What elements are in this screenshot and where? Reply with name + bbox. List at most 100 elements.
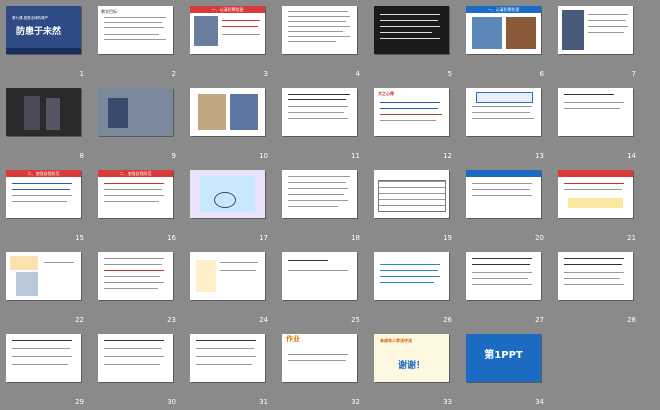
slide-number-31: 31 [259, 398, 268, 406]
slide-thumbnail-23[interactable] [98, 252, 173, 300]
slide-number-3: 3 [263, 70, 268, 78]
slide-3-line [222, 20, 260, 21]
slide-1-subtitle: 第七课 感受法律的尊严 [12, 16, 49, 20]
slide-24-line [220, 262, 258, 263]
slide-31-line [196, 364, 252, 365]
slide-27-line [472, 278, 528, 279]
slide-thumbnail-22[interactable] [6, 252, 81, 300]
slide-thumbnail-31[interactable] [190, 334, 265, 382]
slide-11-line [288, 112, 344, 113]
slide-thumbnail-13[interactable] [466, 88, 541, 136]
slide-thumbnail-25[interactable] [282, 252, 357, 300]
slide-21-header-bar [558, 170, 633, 177]
slide-29-line [12, 348, 70, 349]
slide-thumbnail-9[interactable] [98, 88, 173, 136]
slide-thumbnail-28[interactable] [558, 252, 633, 300]
slide-thumbnail-27[interactable] [466, 252, 541, 300]
slide-thumbnail-21[interactable] [558, 170, 633, 218]
slide-14-line [564, 102, 624, 103]
slide-number-33: 33 [443, 398, 452, 406]
slide-28-line [564, 284, 624, 285]
slide-4-line [288, 31, 343, 32]
slide-6-heading: 一、认清犯罪危害 [487, 7, 520, 12]
slide-number-22: 22 [75, 316, 84, 324]
slide-2-line [104, 39, 166, 40]
slide-thumbnail-8[interactable] [6, 88, 81, 136]
slide-14-line [564, 108, 620, 109]
slide-2-line [104, 34, 159, 35]
slide-number-28: 28 [627, 316, 636, 324]
slide-number-8: 8 [79, 152, 84, 160]
slide-7-line [588, 14, 628, 15]
slide-thumbnail-7[interactable] [558, 6, 633, 54]
slide-11-line [288, 99, 346, 100]
slide-thumbnail-33[interactable]: 未成年人学法守法 谢谢！ [374, 334, 449, 382]
slide-number-20: 20 [535, 234, 544, 242]
slide-29-line [12, 364, 68, 365]
slide-15-line [12, 183, 72, 184]
slide-28-line [564, 258, 624, 259]
slide-6-image [506, 17, 536, 49]
slide-thumbnail-6[interactable]: 一、认清犯罪危害 [466, 6, 541, 54]
slide-thumbnail-10[interactable] [190, 88, 265, 136]
slide-8-figure [24, 96, 40, 130]
slide-25-line [288, 260, 328, 261]
slide-6-image [472, 17, 502, 49]
slide-thumbnail-18[interactable] [282, 170, 357, 218]
slide-30-line [104, 340, 164, 341]
slide-thumbnail-32[interactable]: 作业 [282, 334, 357, 382]
slide-1-title: 防患于未然 [16, 27, 62, 37]
slide-28-line [564, 278, 620, 279]
slide-12-line [380, 120, 436, 121]
slide-27-line [472, 272, 532, 273]
slide-20-header-bar [466, 170, 541, 177]
slide-23-line [104, 282, 164, 283]
slide-4-line [288, 16, 350, 17]
slide-thumbnail-34[interactable]: 第1PPT [466, 334, 541, 382]
slide-25-line [288, 270, 348, 271]
slide-thumbnail-11[interactable] [282, 88, 357, 136]
slide-27-line [472, 258, 532, 259]
slide-sorter-grid: 第七课 感受法律的尊严 防患于未然 1 教学目标： 2 一、认清犯罪危害 3 4 [0, 0, 660, 410]
slide-32-heading: 作业 [286, 335, 300, 343]
slide-number-7: 7 [631, 70, 636, 78]
slide-16-line [104, 195, 164, 196]
slide-2-line [104, 27, 164, 28]
slide-16-line [104, 189, 162, 190]
slide-5-line [380, 14, 440, 15]
slide-thumbnail-12[interactable]: 犬之心得 [374, 88, 449, 136]
slide-28-line [564, 272, 624, 273]
slide-thumbnail-5[interactable] [374, 6, 449, 54]
slide-22-banner [10, 256, 38, 270]
slide-10-image [230, 94, 258, 130]
slide-thumbnail-3[interactable]: 一、认清犯罪危害 [190, 6, 265, 54]
slide-thumbnail-19[interactable] [374, 170, 449, 218]
slide-14-line [564, 94, 614, 95]
slide-3-line [222, 34, 260, 35]
slide-number-25: 25 [351, 316, 360, 324]
slide-thumbnail-26[interactable] [374, 252, 449, 300]
slide-thumbnail-20[interactable] [466, 170, 541, 218]
slide-thumbnail-2[interactable]: 教学目标： [98, 6, 173, 54]
slide-22-line [44, 262, 74, 263]
slide-thumbnail-4[interactable] [282, 6, 357, 54]
slide-number-24: 24 [259, 316, 268, 324]
slide-thumbnail-15[interactable]: 二、加强自我防范 [6, 170, 81, 218]
slide-thumbnail-1[interactable]: 第七课 感受法律的尊严 防患于未然 [6, 6, 81, 54]
slide-23-line [104, 288, 158, 289]
slide-thumbnail-24[interactable] [190, 252, 265, 300]
slide-4-line [288, 36, 350, 37]
slide-number-26: 26 [443, 316, 452, 324]
slide-30-line [104, 348, 162, 349]
slide-thumbnail-30[interactable] [98, 334, 173, 382]
slide-number-18: 18 [351, 234, 360, 242]
slide-number-27: 27 [535, 316, 544, 324]
slide-2-line [104, 22, 162, 23]
slide-32-line [288, 354, 348, 355]
slide-thumbnail-14[interactable] [558, 88, 633, 136]
slide-18-line [288, 194, 344, 195]
slide-34-logo: 第1PPT [484, 350, 523, 361]
slide-thumbnail-16[interactable]: 二、加强自我防范 [98, 170, 173, 218]
slide-thumbnail-17[interactable] [190, 170, 265, 218]
slide-thumbnail-29[interactable] [6, 334, 81, 382]
